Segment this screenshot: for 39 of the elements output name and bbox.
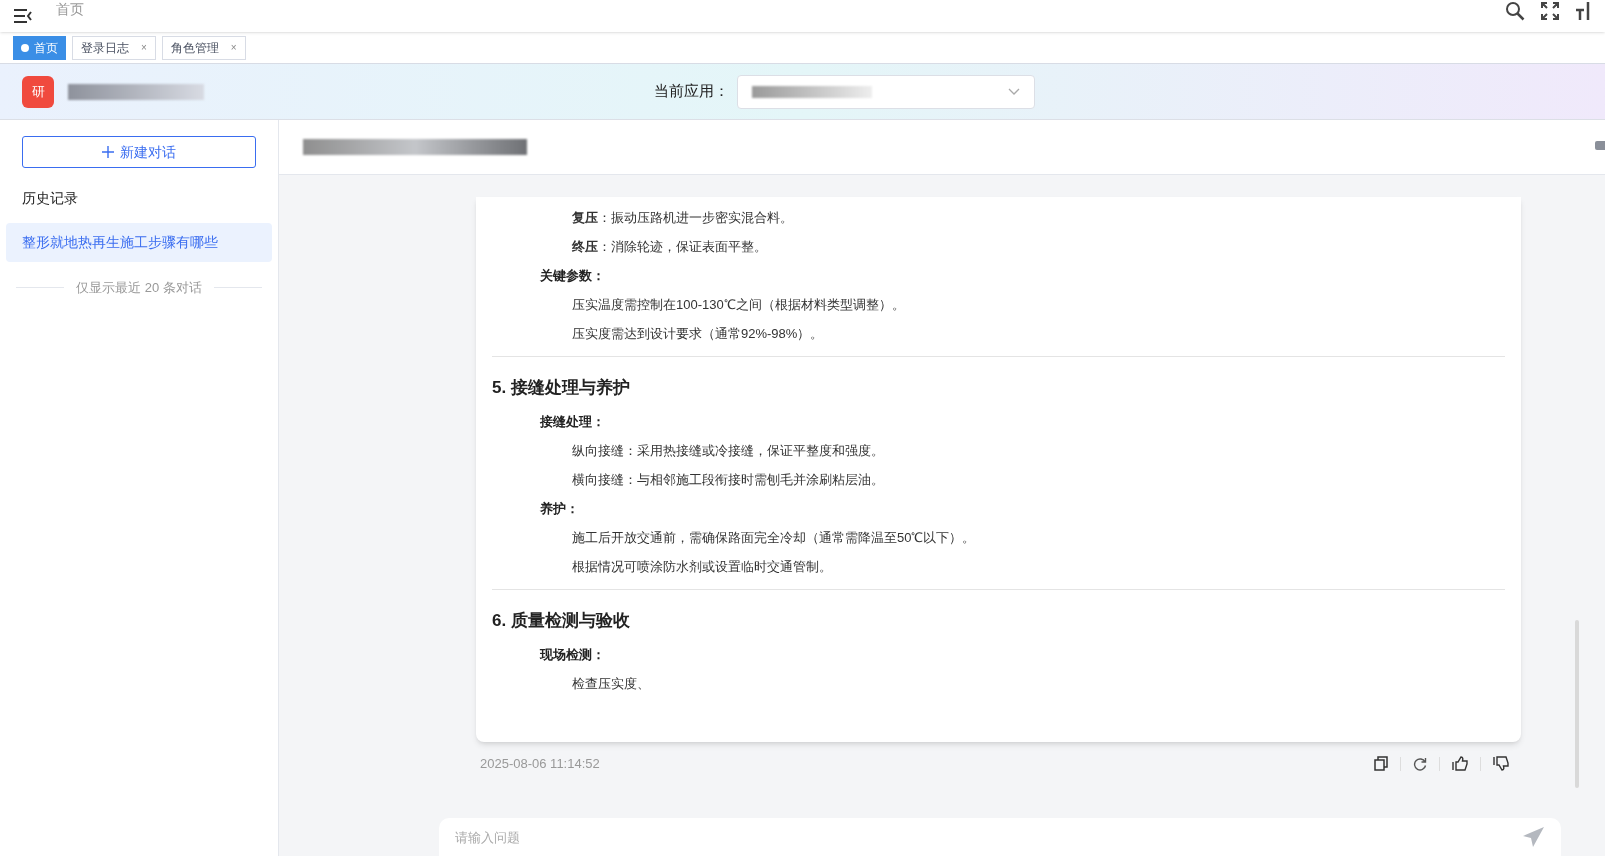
section-label: 现场检测： [538,647,606,663]
answer-line: 检查压实度、 [571,676,651,692]
answer-line: 横向接缝：与相邻施工段衔接时需刨毛并涂刷粘层油。 [571,472,885,488]
app-logo: 研 [22,75,54,108]
timestamp: 2025-08-06 11:14:52 [480,755,600,773]
tab[interactable]: 登录日志 × [72,35,156,60]
tab[interactable]: 首页 [13,35,66,60]
thumbs-up-icon[interactable] [1452,756,1468,772]
refresh-icon[interactable] [1413,756,1427,771]
answer-line: 施工后开放交通前，需确保路面完全冷却（通常需降温至50℃以下）。 [571,530,977,546]
history-item[interactable]: 整形就地热再生施工步骤有哪些 [6,223,272,262]
tab[interactable]: 角色管理 × [161,35,246,60]
question-input[interactable]: 请输入问题 [439,818,1561,856]
section-label: 关键参数： [539,268,606,284]
section-label: 接缝处理： [539,414,606,430]
breadcrumb[interactable]: 首页 [56,0,84,20]
app-label: 当前应用： [654,81,729,102]
search-icon[interactable] [1505,1,1525,21]
answer-line: 根据情况可喷涂防水剂或设置临时交通管制。 [571,559,833,575]
answer-line: 压实温度需控制在100-130℃之间（根据材料类型调整）。 [571,297,906,313]
answer-line: 复压：振动压路机进一步密实混合料。 [571,210,794,226]
answer-line: 终压：消除轮迹，保证表面平整。 [571,239,768,255]
font-size-icon[interactable] [1575,2,1591,20]
answer-line: 压实度需达到设计要求（通常92%-98%）。 [571,326,825,342]
chevron-down-icon [1008,87,1020,96]
close-icon[interactable]: × [141,40,147,55]
section-heading: 5. 接缝处理与养护 [492,377,631,399]
section-label: 养护： [539,501,580,517]
new-chat-button[interactable]: 新建对话 [22,136,256,168]
copy-icon[interactable] [1374,756,1388,772]
close-icon[interactable]: × [230,40,237,55]
thumbs-down-icon[interactable] [1493,756,1509,772]
history-limit-note: 仅显示最近 20 条对话 [76,279,202,297]
history-title: 历史记录 [22,189,79,208]
plus-icon [102,146,114,158]
answer-line: 纵向接缝：采用热接缝或冷接缝，保证平整度和强度。 [571,443,885,459]
section-heading: 6. 质量检测与验收 [492,610,631,632]
fullscreen-icon[interactable] [1541,2,1559,20]
menu-icon[interactable] [14,9,32,23]
